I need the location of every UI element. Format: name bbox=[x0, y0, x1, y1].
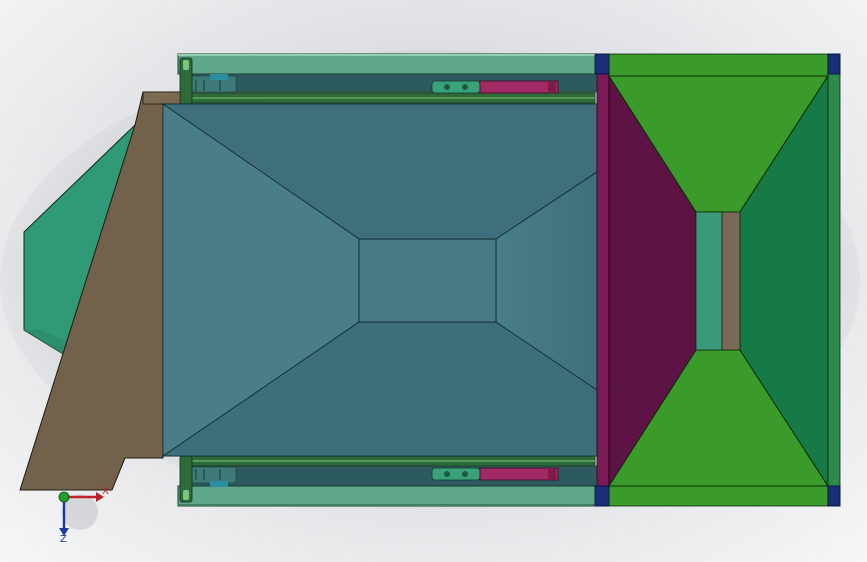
chute-outlet-teal bbox=[695, 211, 723, 351]
axis-x-label: X bbox=[102, 486, 109, 497]
bearing-top-left bbox=[189, 74, 237, 93]
bottom-frame-rail[interactable] bbox=[177, 455, 599, 507]
hopper-body[interactable] bbox=[161, 103, 598, 457]
frame-post-top bbox=[179, 57, 193, 105]
drive-unit-top[interactable] bbox=[431, 80, 559, 94]
assembly-drawing: X Z bbox=[0, 50, 860, 545]
axis-origin-icon bbox=[58, 491, 70, 503]
corner-block-bottom-left bbox=[594, 485, 610, 507]
axis-triad[interactable]: X Z bbox=[58, 486, 109, 545]
frame-post-bottom bbox=[179, 455, 193, 503]
axis-z-label: Z bbox=[60, 534, 67, 545]
support-plate-top-lip bbox=[142, 91, 184, 105]
chute-outlet-brown bbox=[721, 211, 741, 351]
drive-unit-bottom[interactable] bbox=[431, 467, 559, 481]
cad-viewport[interactable]: X Z bbox=[0, 0, 867, 562]
hopper-outlet bbox=[358, 238, 497, 323]
corner-block-top-left bbox=[594, 53, 610, 75]
top-frame-rail[interactable] bbox=[177, 53, 599, 104]
corner-block-top-right bbox=[827, 53, 841, 75]
corner-block-bottom-right bbox=[827, 485, 841, 507]
